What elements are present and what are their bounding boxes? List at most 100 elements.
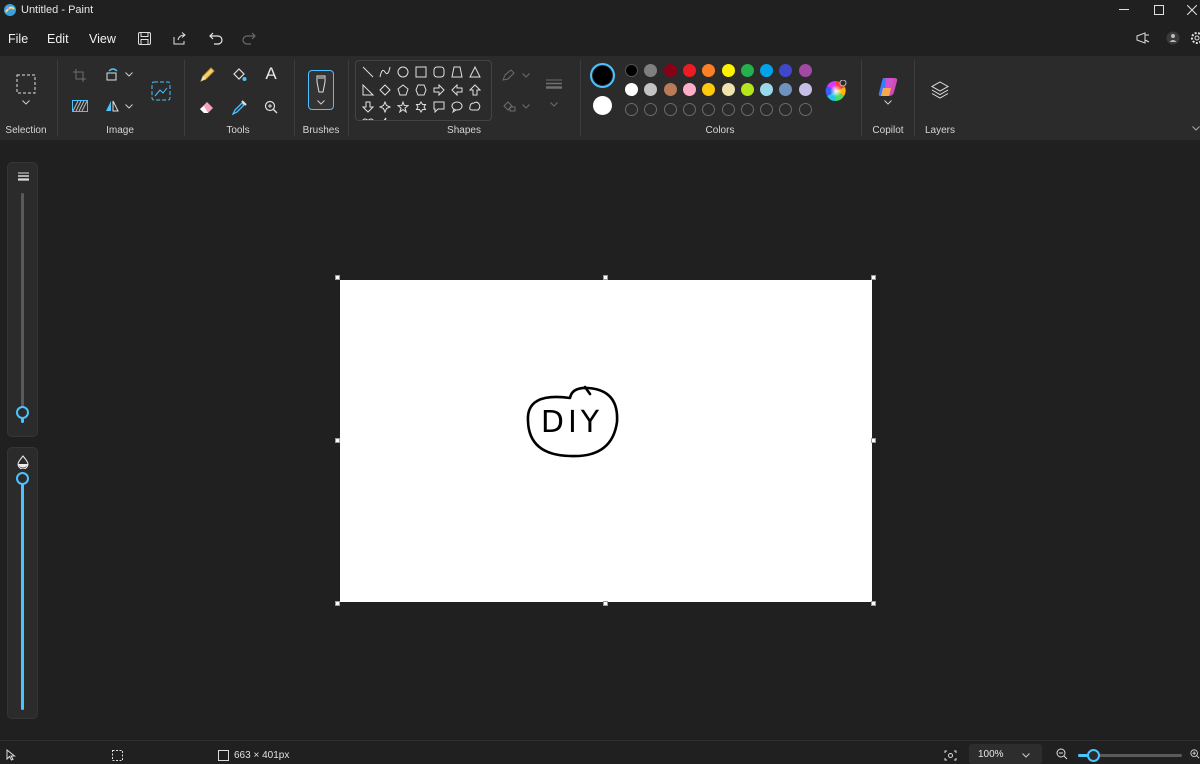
resize-handle[interactable]: [603, 601, 608, 606]
custom-color-slot[interactable]: [721, 103, 735, 116]
resize-handle[interactable]: [335, 438, 340, 443]
lightning-shape-icon[interactable]: [377, 115, 393, 120]
crop-icon[interactable]: [71, 67, 87, 83]
custom-color-slot[interactable]: [682, 103, 696, 116]
color-swatch[interactable]: [625, 64, 638, 77]
triangle-shape-icon[interactable]: [467, 64, 483, 80]
color-picker-icon[interactable]: [230, 98, 248, 116]
custom-color-slot[interactable]: [798, 103, 812, 116]
outline-chevron-down-icon[interactable]: [521, 71, 531, 79]
cloud-callout-shape-icon[interactable]: [467, 99, 483, 115]
outline-icon[interactable]: [500, 68, 518, 82]
account-icon[interactable]: [1164, 30, 1182, 46]
zoom-in-icon[interactable]: [1190, 747, 1200, 761]
close-icon[interactable]: [1184, 3, 1200, 17]
resize-handle[interactable]: [335, 601, 340, 606]
pentagon-shape-icon[interactable]: [395, 82, 411, 98]
color-swatch[interactable]: [663, 64, 677, 77]
left-arrow-shape-icon[interactable]: [449, 82, 465, 98]
menu-edit[interactable]: Edit: [47, 32, 69, 46]
color-swatch[interactable]: [740, 83, 754, 96]
rounded-rectangle-shape-icon[interactable]: [431, 64, 447, 80]
custom-color-slot[interactable]: [760, 103, 774, 116]
feedback-icon[interactable]: [1134, 30, 1152, 46]
eraser-icon[interactable]: [198, 98, 216, 116]
down-arrow-shape-icon[interactable]: [360, 99, 376, 115]
save-icon[interactable]: [136, 30, 152, 46]
fill-chevron-down-icon[interactable]: [521, 102, 531, 110]
magnifier-icon[interactable]: [262, 98, 280, 116]
right-arrow-shape-icon[interactable]: [431, 82, 447, 98]
polygon-shape-icon[interactable]: [449, 64, 465, 80]
primary-color-swatch[interactable]: [593, 66, 612, 85]
ribbon-collapse-chevron-icon[interactable]: [1192, 124, 1200, 132]
diamond-shape-icon[interactable]: [377, 82, 393, 98]
rectangle-shape-icon[interactable]: [413, 64, 429, 80]
five-point-star-shape-icon[interactable]: [395, 99, 411, 115]
text-tool[interactable]: A: [263, 64, 279, 84]
four-point-star-shape-icon[interactable]: [377, 99, 393, 115]
zoom-chevron-down-icon[interactable]: [1021, 751, 1031, 759]
flip-chevron-down-icon[interactable]: [124, 102, 134, 110]
minimize-icon[interactable]: [1116, 3, 1132, 17]
size-slider-thumb[interactable]: [16, 405, 29, 419]
size-slider-track[interactable]: [21, 193, 24, 423]
resize-handle[interactable]: [603, 275, 608, 280]
resize-image-icon[interactable]: [150, 80, 172, 102]
rect-callout-shape-icon[interactable]: [431, 99, 447, 115]
menu-view[interactable]: View: [89, 32, 116, 46]
pencil-icon[interactable]: [198, 66, 216, 84]
color-swatch[interactable]: [721, 83, 735, 96]
oval-shape-icon[interactable]: [395, 64, 411, 80]
curve-shape-icon[interactable]: [377, 64, 393, 80]
rotate-chevron-down-icon[interactable]: [124, 70, 134, 78]
maximize-icon[interactable]: [1151, 3, 1167, 17]
share-icon[interactable]: [172, 30, 188, 46]
selection-rectangle-icon[interactable]: [14, 72, 38, 96]
color-swatch[interactable]: [721, 64, 735, 77]
heart-shape-icon[interactable]: [360, 115, 376, 120]
custom-color-slot[interactable]: [625, 103, 638, 116]
edit-colors-icon[interactable]: [825, 80, 847, 102]
brushes-chevron-down-icon[interactable]: [316, 98, 326, 106]
stroke-size-icon[interactable]: [543, 76, 565, 92]
color-swatch[interactable]: [798, 83, 812, 96]
copilot-chevron-down-icon[interactable]: [883, 98, 893, 106]
drawing-canvas[interactable]: DIY: [340, 280, 872, 602]
color-swatch[interactable]: [663, 83, 677, 96]
color-swatch[interactable]: [682, 64, 696, 77]
color-swatch[interactable]: [682, 83, 696, 96]
color-swatch[interactable]: [625, 83, 638, 96]
six-point-star-shape-icon[interactable]: [413, 99, 429, 115]
zoom-slider-thumb[interactable]: [1087, 749, 1100, 762]
fit-to-window-icon[interactable]: [942, 747, 958, 763]
secondary-color-swatch[interactable]: [593, 96, 612, 115]
custom-color-slot[interactable]: [740, 103, 754, 116]
right-triangle-shape-icon[interactable]: [360, 82, 376, 98]
layers-icon[interactable]: [928, 78, 952, 102]
resize-handle[interactable]: [871, 601, 876, 606]
hexagon-shape-icon[interactable]: [413, 82, 429, 98]
background-removal-icon[interactable]: [71, 98, 89, 114]
fill-icon[interactable]: [500, 99, 518, 113]
fill-bucket-icon[interactable]: [230, 66, 248, 84]
copilot-icon[interactable]: [876, 76, 900, 98]
line-shape-icon[interactable]: [360, 64, 376, 80]
undo-icon[interactable]: [207, 30, 225, 46]
rotate-icon[interactable]: [104, 66, 120, 82]
custom-color-slot[interactable]: [663, 103, 677, 116]
oval-callout-shape-icon[interactable]: [449, 99, 465, 115]
color-swatch[interactable]: [798, 64, 812, 77]
zoom-out-icon[interactable]: [1055, 747, 1069, 761]
redo-icon[interactable]: [240, 30, 258, 46]
settings-icon[interactable]: [1190, 30, 1200, 46]
opacity-slider-thumb[interactable]: [16, 472, 29, 485]
selection-chevron-down-icon[interactable]: [20, 98, 32, 106]
resize-handle[interactable]: [871, 438, 876, 443]
resize-handle[interactable]: [335, 275, 340, 280]
resize-handle[interactable]: [871, 275, 876, 280]
menu-file[interactable]: File: [8, 32, 28, 46]
color-swatch[interactable]: [760, 64, 774, 77]
stroke-size-chevron-down-icon[interactable]: [549, 100, 559, 108]
color-swatch[interactable]: [760, 83, 774, 96]
